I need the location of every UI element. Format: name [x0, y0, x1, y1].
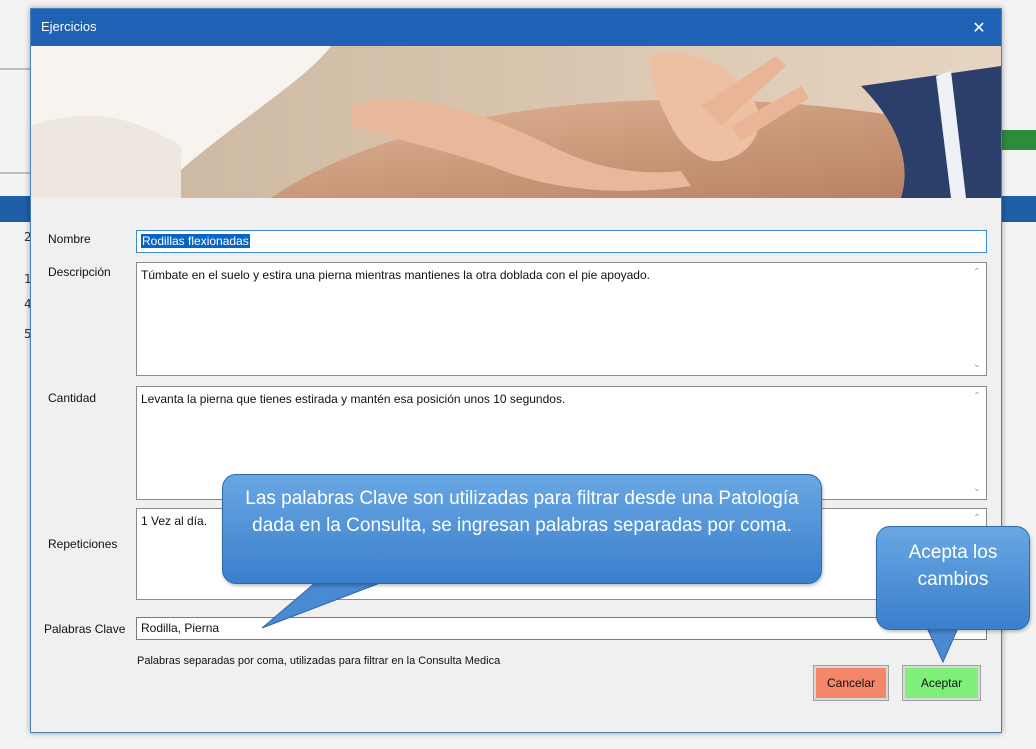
keywords-callout-pointer: [261, 582, 381, 629]
callout-pointers: [261, 582, 959, 664]
accept-callout-pointer: [926, 627, 959, 664]
keywords-callout: Las palabras Clave son utilizadas para f…: [222, 474, 822, 584]
accept-callout: Acepta los cambios: [876, 526, 1030, 630]
